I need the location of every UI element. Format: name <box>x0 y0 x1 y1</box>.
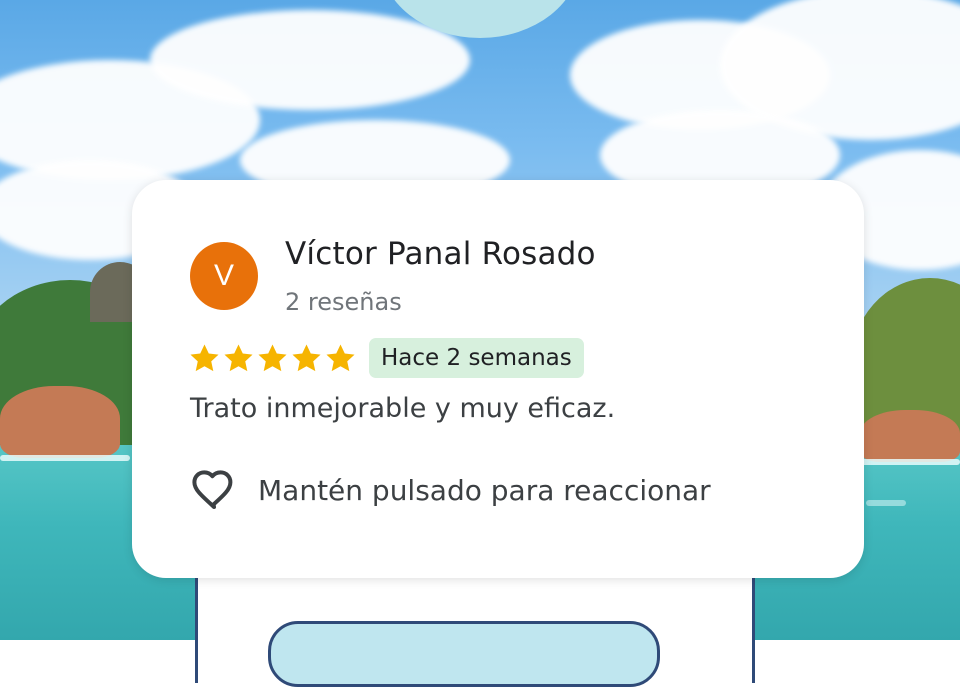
react-label: Mantén pulsado para reaccionar <box>258 473 711 507</box>
review-card[interactable]: V Víctor Panal Rosado 2 reseñas Hace 2 s… <box>132 180 864 578</box>
time-badge: Hace 2 semanas <box>369 338 584 378</box>
foam <box>860 459 960 465</box>
star-rating <box>188 342 357 375</box>
sheet-button[interactable] <box>268 621 660 687</box>
heart-outline-icon[interactable] <box>190 466 238 514</box>
react-action[interactable]: Mantén pulsado para reaccionar <box>190 466 711 514</box>
review-text: Trato inmejorable y muy eficaz. <box>190 393 616 424</box>
avatar[interactable]: V <box>190 242 258 310</box>
foam <box>0 455 130 461</box>
foam <box>866 500 906 506</box>
star-icon <box>292 344 321 372</box>
star-icon <box>326 344 355 372</box>
star-icon <box>190 344 219 372</box>
cloud <box>150 10 470 110</box>
author-name[interactable]: Víctor Panal Rosado <box>285 236 596 272</box>
star-icon <box>258 344 287 372</box>
rock <box>860 410 960 462</box>
star-icon <box>224 344 253 372</box>
rock <box>0 386 120 458</box>
review-count: 2 reseñas <box>285 288 402 316</box>
